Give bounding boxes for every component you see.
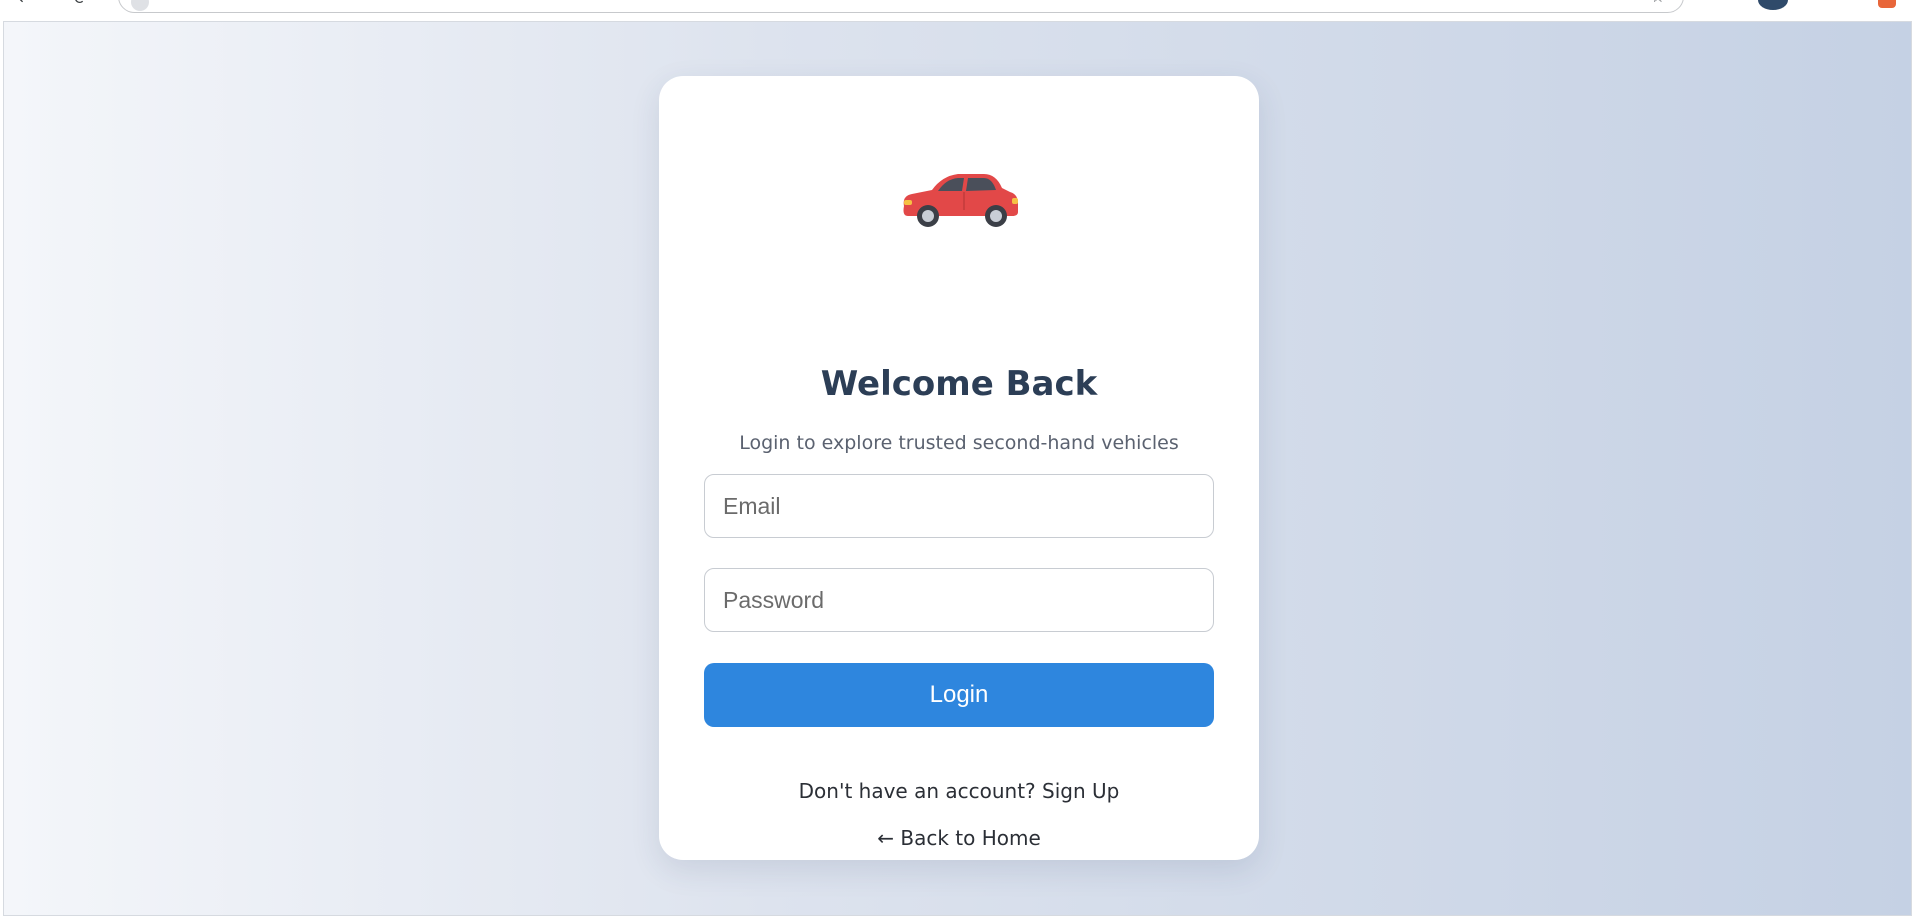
signup-prompt-text: Don't have an account?: [798, 779, 1036, 803]
car-icon: [903, 174, 1018, 227]
site-info-icon[interactable]: [131, 0, 149, 11]
browser-toolbar: ← ⟳ ☆: [0, 0, 1917, 20]
password-field[interactable]: [704, 568, 1214, 632]
page-title: Welcome Back: [820, 364, 1098, 404]
page-viewport: Welcome Back Login to explore trusted se…: [3, 21, 1912, 916]
star-icon[interactable]: ☆: [1651, 0, 1665, 6]
reload-icon[interactable]: ⟳: [70, 0, 92, 10]
back-to-home-link[interactable]: ← Back to Home: [659, 826, 1259, 850]
login-button[interactable]: Login: [704, 663, 1214, 727]
address-bar[interactable]: ☆: [118, 0, 1684, 13]
arrow-left-icon[interactable]: ←: [14, 0, 36, 10]
signup-link[interactable]: Sign Up: [1042, 779, 1119, 803]
login-card: Welcome Back Login to explore trusted se…: [659, 76, 1259, 860]
page-subtitle: Login to explore trusted second-hand veh…: [739, 432, 1179, 454]
signup-prompt: Don't have an account? Sign Up: [659, 779, 1259, 803]
extension-icon[interactable]: [1878, 0, 1896, 8]
email-field[interactable]: [704, 474, 1214, 538]
profile-avatar[interactable]: [1758, 0, 1788, 10]
